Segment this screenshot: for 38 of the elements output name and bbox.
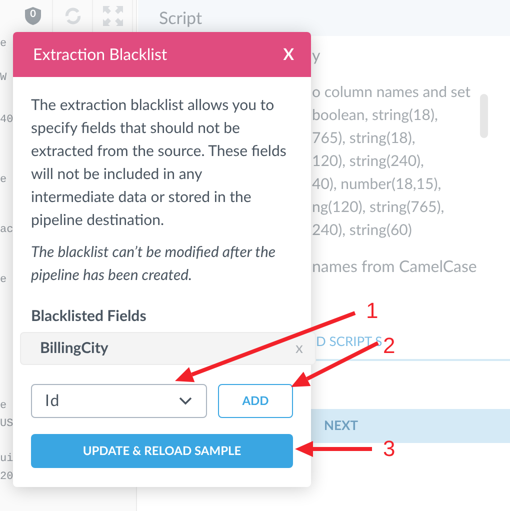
- badge-count: 0: [29, 7, 37, 21]
- section-title: Script: [159, 6, 202, 30]
- annotation-number: 2: [383, 333, 396, 359]
- option-label: names from CamelCase: [312, 256, 478, 278]
- table-cell-text: W: [0, 71, 7, 86]
- scrollbar[interactable]: [480, 94, 488, 138]
- table-cell-text: e: [0, 399, 7, 414]
- table-cell-text: ui: [0, 452, 14, 467]
- close-button[interactable]: X: [283, 42, 294, 66]
- table-cell-text: e: [0, 273, 7, 288]
- add-button[interactable]: ADD: [218, 384, 293, 418]
- table-cell-text: 20: [0, 470, 14, 485]
- remove-button[interactable]: x: [296, 337, 303, 360]
- section-subtitle: y: [312, 45, 322, 67]
- field-label: Blacklisted Fields: [31, 306, 148, 326]
- expand-icon[interactable]: [102, 6, 122, 26]
- code-line: o column names and set: [312, 82, 472, 103]
- code-line: 120), string(240),: [312, 151, 425, 172]
- table-cell-text: ac: [0, 223, 14, 238]
- code-line: 240), string(60): [312, 220, 413, 241]
- chevron-down-icon: [179, 397, 192, 405]
- code-line: 765), string(18),: [312, 128, 416, 149]
- table-cell-text: e: [0, 173, 7, 188]
- refresh-icon[interactable]: [64, 7, 82, 25]
- code-line: boolean, string(18),: [312, 105, 439, 126]
- field-name: BillingCity: [40, 338, 108, 360]
- field-select[interactable]: Id: [31, 384, 207, 418]
- table-cell-text: e: [0, 37, 7, 52]
- code-line: 40), number(18,15),: [312, 174, 442, 195]
- update-reload-button[interactable]: UPDATE & RELOAD SAMPLE: [31, 434, 293, 468]
- note-text: The blacklist can’t be modified after the pipeline has been created.: [31, 242, 277, 286]
- table-cell-text: 40: [0, 113, 14, 128]
- annotation-number: 1: [366, 298, 378, 324]
- table-cell-text: US: [0, 417, 14, 432]
- description-text: The extraction blacklist allows you to specify fields that should not be extracted from the source. These fields will not be included in any intermediate data or stored in the pipeline destination.: [31, 95, 288, 231]
- shield-icon[interactable]: [24, 7, 40, 25]
- code-line: ng(120), string(765),: [312, 197, 446, 218]
- dialog-title: Extraction Blacklist: [33, 44, 168, 66]
